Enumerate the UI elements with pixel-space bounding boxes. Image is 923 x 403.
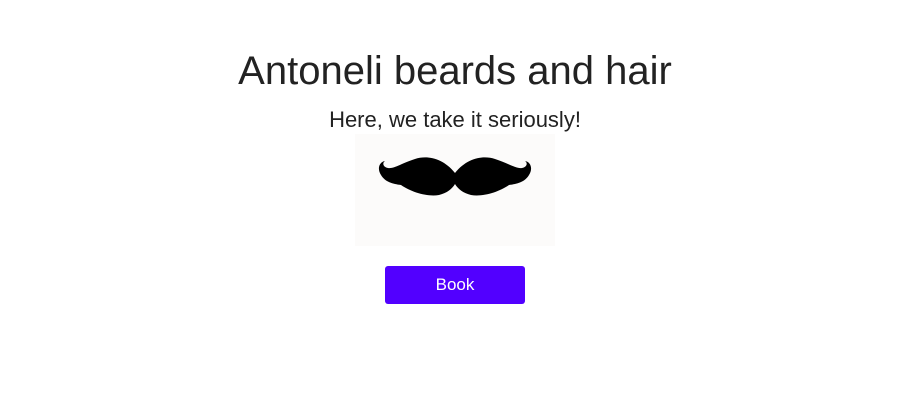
- page-tagline: Here, we take it seriously!: [329, 107, 581, 132]
- mustache-logo: [355, 134, 555, 246]
- mustache-icon: [378, 157, 532, 196]
- book-button[interactable]: Book: [385, 266, 525, 304]
- page-title: Antoneli beards and hair: [238, 49, 672, 93]
- landing-page: Antoneli beards and hair Here, we take i…: [0, 0, 923, 403]
